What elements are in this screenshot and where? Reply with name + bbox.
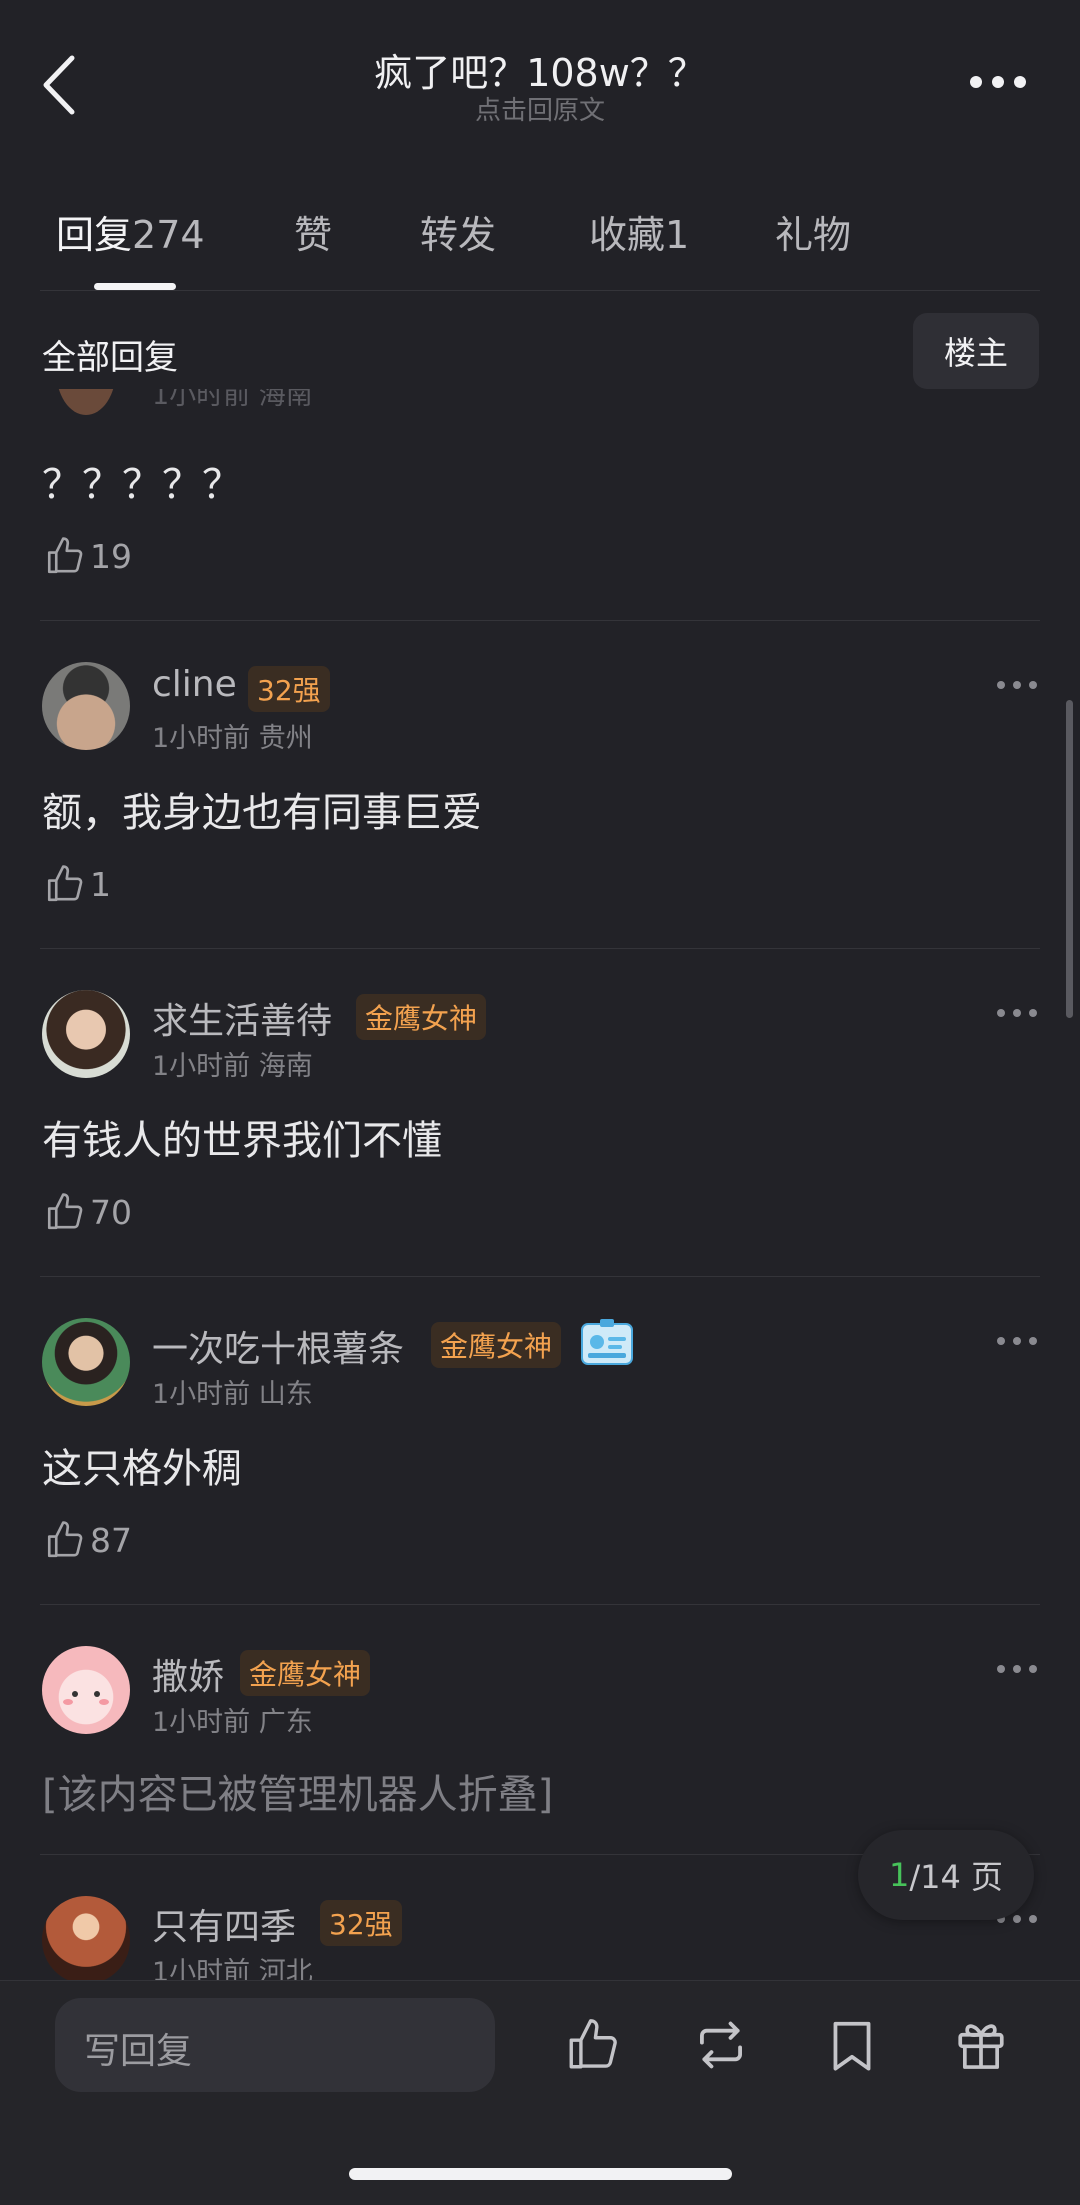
comment-divider [40,1604,1040,1605]
comment-divider [40,1276,1040,1277]
tab-replies-label: 回复 [56,213,133,257]
user-badge: 金鹰女神 [240,1650,371,1696]
tab-reposts-label: 转发 [420,213,497,257]
partial-comment-header: 1小时前 海南 [42,389,1042,419]
page-indicator[interactable]: 1/14 页 [858,1830,1034,1920]
like-button[interactable]: 19 [44,534,132,578]
comment-content: ？？？？？ [42,462,242,508]
page-current: 1 [888,1856,910,1894]
tab-likes[interactable]: 赞 [294,204,332,259]
avatar-face-icon [63,1691,109,1705]
comment-content: 有钱人的世界我们不懂 [42,1118,442,1164]
thumbs-up-icon [47,1193,83,1230]
like-count: 87 [90,1520,132,1560]
tab-replies-count: 274 [132,213,205,257]
gift-icon[interactable] [952,2014,1010,2074]
thumbs-up-icon [47,537,83,574]
username[interactable]: 撒娇 [152,1648,224,1700]
id-card-badge-icon [580,1318,634,1366]
like-count: 19 [90,536,132,576]
comment-meta: 1小时前 海南 [152,389,313,411]
scrollbar[interactable] [1066,700,1073,1018]
comment-divider [40,620,1040,621]
like-button[interactable]: 70 [44,1190,132,1234]
more-options-icon[interactable] [966,72,1030,92]
user-badge: 金鹰女神 [431,1322,562,1368]
tab-likes-label: 赞 [294,213,333,257]
username[interactable]: 只有四季 [152,1898,296,1950]
username[interactable]: cline [152,664,237,705]
comment-more-icon[interactable] [995,679,1039,691]
like-count: 1 [90,864,111,904]
comment-more-icon[interactable] [995,1007,1039,1019]
comment-more-icon[interactable] [995,1335,1039,1347]
comment-divider [40,948,1040,949]
tab-reposts[interactable]: 转发 [420,204,496,259]
section-title: 全部回复 [42,338,178,378]
reply-input[interactable]: 写回复 [55,1998,495,2092]
tab-gifts-label: 礼物 [775,213,852,257]
folded-comment-notice[interactable]: [该内容已被管理机器人折叠] [42,1762,553,1820]
tab-bar: 回复274 赞 转发 收藏1 礼物 [0,196,1080,266]
comment-meta: 1小时前 海南 [152,1051,313,1082]
username[interactable]: 求生活善待 [152,992,332,1044]
owner-filter-button[interactable]: 楼主 [913,313,1039,389]
avatar[interactable] [42,1896,130,1984]
post-title[interactable]: 疯了吧？108w？？ [0,42,1080,97]
thumbs-up-icon [47,1521,83,1558]
thumbs-up-icon[interactable] [564,2016,622,2074]
reply-placeholder: 写回复 [84,2031,193,2072]
bookmark-icon[interactable] [826,2016,878,2074]
like-button[interactable]: 87 [44,1518,132,1562]
comment-content: 这只格外稠 [42,1446,242,1492]
avatar [56,389,116,415]
active-tab-indicator [94,283,176,290]
user-badge: 32强 [248,666,330,712]
comment-meta: 1小时前 广东 [152,1707,313,1738]
avatar[interactable] [42,1646,130,1734]
comment-meta: 1小时前 山东 [152,1379,313,1410]
like-button[interactable]: 1 [44,862,111,906]
tab-replies[interactable]: 回复274 [56,204,205,259]
repost-icon[interactable] [690,2016,752,2074]
comment-meta: 1小时前 贵州 [152,723,313,754]
user-badge: 金鹰女神 [356,994,487,1040]
like-count: 70 [90,1192,132,1232]
tab-gifts[interactable]: 礼物 [775,204,851,259]
avatar[interactable] [42,990,130,1078]
page-total: /14 页 [909,1858,1004,1896]
thumbs-up-icon [47,865,83,902]
tab-favorites-count: 1 [665,213,690,257]
user-badge: 32强 [320,1900,402,1946]
username[interactable]: 一次吃十根薯条 [152,1320,404,1372]
tab-favorites-label: 收藏 [589,213,666,257]
tab-favorites[interactable]: 收藏1 [589,204,689,259]
home-indicator[interactable] [349,2168,732,2180]
avatar[interactable] [42,1318,130,1406]
comment-more-icon[interactable] [995,1663,1039,1675]
avatar[interactable] [42,662,130,750]
comment-content: 额，我身边也有同事巨爱 [42,790,482,836]
tabs-divider [40,290,1040,291]
back-to-original-link[interactable]: 点击回原文 [0,90,1080,127]
